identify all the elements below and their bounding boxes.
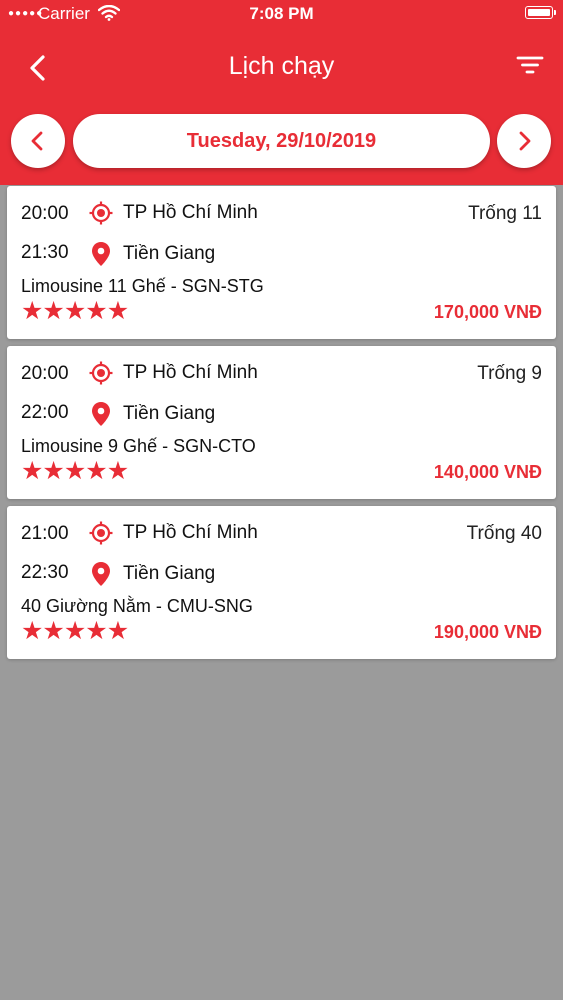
map-pin-icon (92, 242, 110, 266)
star-icon: ★ (106, 617, 130, 645)
departure-time: 20:00 (21, 363, 69, 384)
origin-label: TP Hồ Chí Minh (123, 522, 258, 543)
ticket-price: 190,000 VNĐ (433, 622, 542, 642)
available-seats: Trống 40 (466, 523, 542, 544)
trip-card[interactable]: 20:00 TP Hồ Chí Minh Trống 11 21:30 Tiền… (7, 186, 556, 339)
chevron-left-icon (31, 131, 43, 151)
rating-stars: ★★★★★ (21, 457, 130, 485)
trip-card[interactable]: 20:00 TP Hồ Chí Minh Trống 9 22:00 Tiền … (7, 346, 556, 499)
status-bar: ●●●●● Carrier 7:08 PM (0, 0, 563, 28)
rating-stars: ★★★★★ (21, 617, 130, 645)
target-icon (89, 521, 113, 545)
destination-label: Tiền Giang (123, 243, 216, 264)
battery-icon (525, 6, 556, 19)
star-icon: ★ (21, 297, 44, 325)
star-icon: ★ (85, 297, 108, 325)
date-picker: Tuesday, 29/10/2019 (0, 114, 563, 170)
status-time: 7:08 PM (249, 4, 314, 23)
origin-label: TP Hồ Chí Minh (123, 362, 258, 383)
destination-label: Tiền Giang (123, 563, 216, 584)
star-icon: ★ (42, 617, 65, 645)
star-icon: ★ (21, 617, 44, 645)
star-icon: ★ (85, 617, 108, 645)
header: ●●●●● Carrier 7:08 PM Lịch chạy Tuesday,… (0, 0, 563, 185)
star-icon: ★ (63, 617, 87, 645)
star-icon: ★ (42, 297, 65, 325)
trip-list: 20:00 TP Hồ Chí Minh Trống 11 21:30 Tiền… (7, 186, 556, 666)
selected-date[interactable]: Tuesday, 29/10/2019 (73, 114, 490, 168)
star-icon: ★ (42, 457, 65, 485)
map-pin-icon (92, 562, 110, 586)
target-icon (89, 361, 113, 385)
departure-time: 21:00 (21, 523, 69, 544)
arrival-time: 22:30 (21, 562, 69, 583)
star-icon: ★ (63, 457, 87, 485)
map-pin-icon (92, 402, 110, 426)
next-day-button[interactable] (497, 114, 551, 168)
star-icon: ★ (85, 457, 108, 485)
rating-stars: ★★★★★ (21, 297, 130, 325)
target-icon (89, 201, 113, 225)
arrival-time: 22:00 (21, 402, 69, 423)
previous-day-button[interactable] (11, 114, 65, 168)
available-seats: Trống 9 (477, 363, 542, 384)
nav-bar: Lịch chạy (0, 36, 563, 96)
star-icon: ★ (106, 457, 130, 485)
star-icon: ★ (106, 297, 130, 325)
origin-label: TP Hồ Chí Minh (123, 202, 258, 223)
trip-card[interactable]: 21:00 TP Hồ Chí Minh Trống 40 22:30 Tiền… (7, 506, 556, 659)
filter-icon (516, 56, 544, 74)
destination-label: Tiền Giang (123, 403, 216, 424)
star-icon: ★ (21, 457, 44, 485)
departure-time: 20:00 (21, 203, 69, 224)
page-title: Lịch chạy (228, 52, 335, 80)
vehicle-route: Limousine 9 Ghế - SGN-CTO (21, 436, 256, 456)
star-icon: ★ (63, 297, 87, 325)
vehicle-route: Limousine 11 Ghế - SGN-STG (21, 276, 264, 296)
vehicle-route: 40 Giường Nằm - CMU-SNG (21, 596, 253, 616)
available-seats: Trống 11 (468, 203, 542, 224)
ticket-price: 140,000 VNĐ (433, 462, 542, 482)
chevron-right-icon (519, 131, 531, 151)
filter-button[interactable] (515, 50, 545, 80)
ticket-price: 170,000 VNĐ (433, 302, 542, 322)
arrival-time: 21:30 (21, 242, 69, 263)
